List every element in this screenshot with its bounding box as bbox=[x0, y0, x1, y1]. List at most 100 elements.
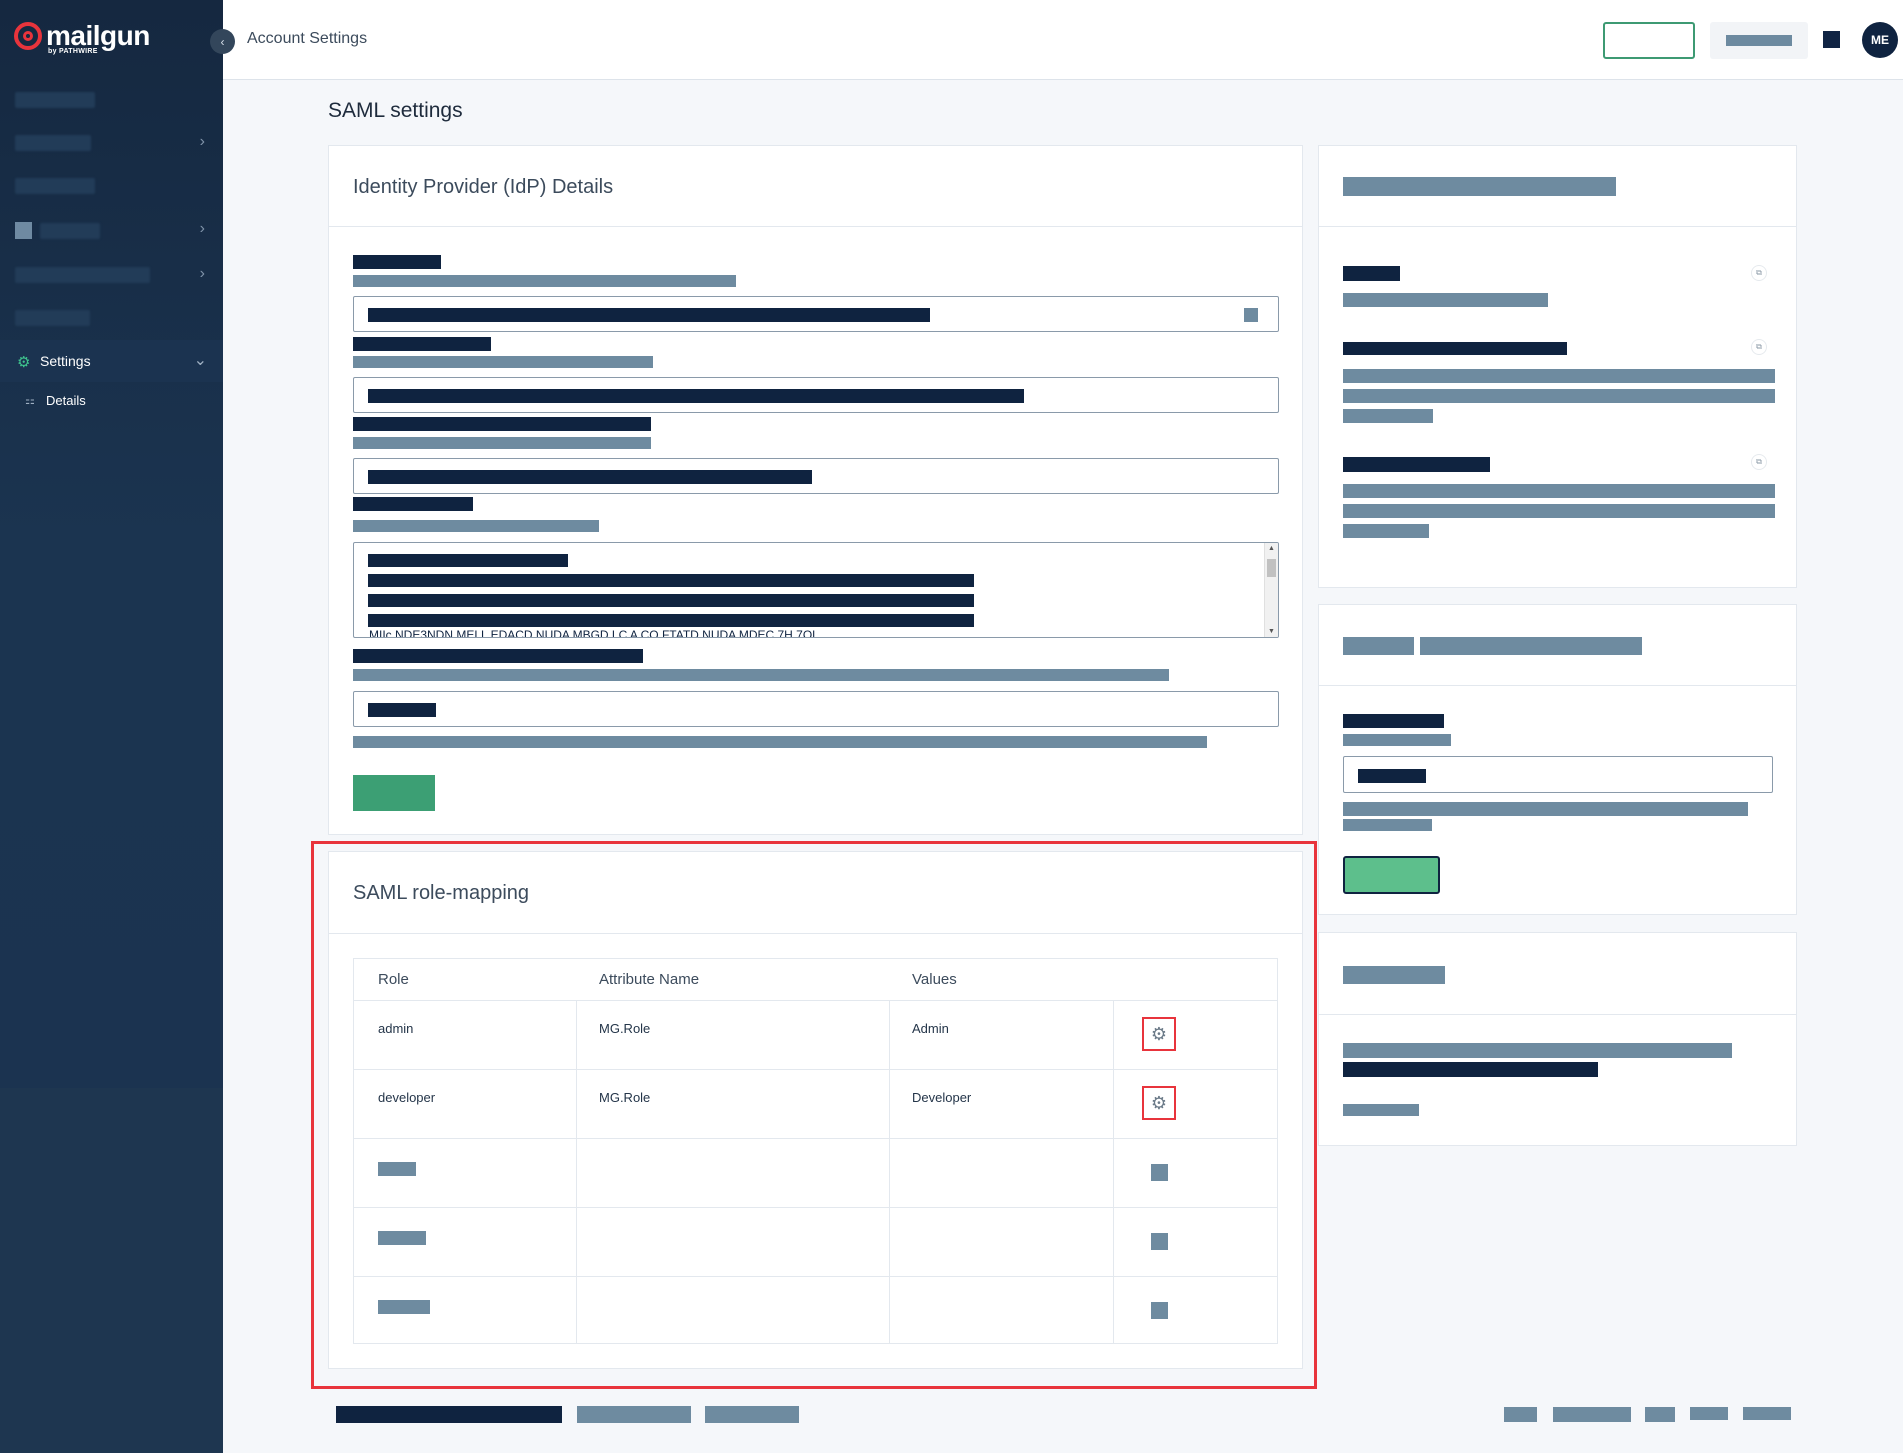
footer-link[interactable] bbox=[1690, 1407, 1728, 1420]
copy-icon[interactable]: ⧉ bbox=[1751, 265, 1767, 281]
row-settings-button[interactable]: ⚙ bbox=[1142, 1017, 1176, 1051]
idp-field-1[interactable] bbox=[353, 296, 1279, 332]
save-button[interactable] bbox=[353, 775, 435, 811]
sidebar-item-label: Settings bbox=[40, 353, 91, 369]
redacted-value bbox=[1358, 769, 1426, 783]
header-grey-button[interactable] bbox=[1710, 22, 1808, 59]
redacted-title bbox=[1343, 966, 1445, 984]
sidebar-item-redacted-6[interactable] bbox=[0, 298, 223, 338]
footer-link[interactable] bbox=[1504, 1407, 1537, 1422]
redacted-text bbox=[1343, 1062, 1598, 1077]
column-header-role: Role bbox=[378, 971, 409, 988]
redacted-value bbox=[368, 574, 974, 587]
chevron-right-icon: › bbox=[199, 133, 205, 150]
redacted-value bbox=[368, 308, 930, 322]
scroll-up-icon[interactable]: ▲ bbox=[1268, 545, 1275, 552]
redacted-value bbox=[1343, 524, 1429, 538]
redacted-title bbox=[1343, 177, 1616, 196]
save-sp-button[interactable] bbox=[1343, 856, 1440, 894]
redacted-label bbox=[353, 497, 473, 511]
redacted-hint bbox=[353, 669, 1169, 681]
row-action-icon[interactable] bbox=[1151, 1302, 1168, 1319]
chevron-down-icon: ⌄ bbox=[193, 352, 207, 369]
scrollbar-thumb[interactable] bbox=[1267, 559, 1276, 577]
sidebar-nav-area bbox=[0, 0, 223, 1088]
textarea-overflow-text: MIIc NDE3NDN MELL EDACD NUDA MBGD LC A C… bbox=[369, 628, 819, 638]
redacted-text bbox=[1343, 1043, 1732, 1058]
value-cell: Developer bbox=[912, 1090, 972, 1105]
idp-field-2[interactable] bbox=[353, 377, 1279, 413]
sidebar-item-redacted-5[interactable]: › bbox=[0, 255, 223, 295]
redacted-value bbox=[1343, 369, 1775, 383]
sidebar-item-settings[interactable]: ⚙ Settings ⌄ bbox=[0, 340, 223, 382]
footer-link[interactable] bbox=[1553, 1407, 1631, 1422]
redacted-hint bbox=[1343, 802, 1748, 816]
breadcrumb: Account Settings bbox=[247, 30, 368, 47]
idp-field-3[interactable] bbox=[353, 458, 1279, 494]
info-card bbox=[1318, 932, 1797, 1146]
redacted-hint bbox=[353, 520, 599, 532]
attribute-cell: MG.Role bbox=[599, 1090, 651, 1105]
footer-link[interactable] bbox=[1645, 1407, 1675, 1422]
table-row: admin MG.Role Admin ⚙ bbox=[354, 1000, 1277, 1069]
row-action-icon[interactable] bbox=[1151, 1164, 1168, 1181]
table-row bbox=[354, 1138, 1277, 1207]
header-outline-button[interactable] bbox=[1603, 22, 1695, 59]
sp-details-card: ⧉ ⧉ ⧉ bbox=[1318, 145, 1797, 588]
sidebar-item-details[interactable]: ⚏ Details bbox=[0, 384, 223, 418]
footer-link[interactable] bbox=[577, 1406, 691, 1423]
certificate-textarea[interactable]: MIIc NDE3NDN MELL EDACD NUDA MBGD LC A C… bbox=[353, 542, 1279, 638]
redacted-value bbox=[368, 703, 436, 717]
redacted-title bbox=[1420, 637, 1642, 655]
sidebar: mailgun by PATHWIRE › › › ⚙ Settings ⌄ ⚏… bbox=[0, 0, 223, 1453]
role-cell: admin bbox=[378, 1021, 414, 1036]
table-row bbox=[354, 1207, 1277, 1276]
redacted-label bbox=[15, 267, 150, 283]
copy-icon[interactable]: ⧉ bbox=[1751, 339, 1767, 355]
chevron-right-icon: › bbox=[199, 220, 205, 237]
column-header-attribute-name: Attribute Name bbox=[599, 971, 700, 988]
row-settings-button[interactable]: ⚙ bbox=[1142, 1086, 1176, 1120]
mailgun-logo[interactable]: mailgun bbox=[14, 22, 150, 50]
collapse-sidebar-button[interactable]: ‹ bbox=[210, 29, 235, 54]
sp-settings-card bbox=[1318, 604, 1797, 915]
redacted-value bbox=[1343, 504, 1775, 518]
sidebar-item-redacted-4[interactable]: › bbox=[0, 210, 223, 250]
role-mapping-table: Role Attribute Name Values admin MG.Role… bbox=[353, 958, 1278, 1344]
footer-link[interactable] bbox=[1743, 1407, 1791, 1420]
scroll-down-icon[interactable]: ▼ bbox=[1268, 628, 1275, 635]
chevron-right-icon: › bbox=[199, 265, 205, 282]
redacted-hint bbox=[1343, 734, 1451, 746]
redacted-role bbox=[378, 1300, 430, 1314]
gear-icon: ⚙ bbox=[17, 354, 31, 371]
mailgun-logo-icon bbox=[14, 22, 42, 50]
idp-field-4[interactable] bbox=[353, 691, 1279, 727]
gear-icon: ⚙ bbox=[1150, 1093, 1168, 1113]
sidebar-item-redacted-3[interactable] bbox=[0, 166, 223, 206]
redacted-value bbox=[1343, 484, 1775, 498]
value-cell: Admin bbox=[912, 1021, 949, 1036]
sp-field[interactable] bbox=[1343, 756, 1773, 793]
redacted-label bbox=[15, 92, 95, 108]
header-icon[interactable] bbox=[1823, 31, 1840, 48]
textarea-scrollbar[interactable]: ▲ ▼ bbox=[1264, 543, 1278, 637]
idp-details-card: Identity Provider (IdP) Details MIIc NDE… bbox=[328, 145, 1303, 835]
field-icon[interactable] bbox=[1244, 308, 1258, 322]
redacted-label bbox=[15, 310, 90, 326]
card-title: SAML role-mapping bbox=[353, 882, 530, 904]
redacted-hint bbox=[1343, 819, 1432, 831]
sidebar-item-redacted-2[interactable]: › bbox=[0, 123, 223, 163]
redacted-value bbox=[1343, 409, 1433, 423]
card-header: SAML role-mapping bbox=[329, 852, 1302, 934]
card-header bbox=[1319, 605, 1796, 686]
redacted-title bbox=[1343, 637, 1414, 655]
row-action-icon[interactable] bbox=[1151, 1233, 1168, 1250]
footer-link[interactable] bbox=[705, 1406, 799, 1423]
redacted-role bbox=[378, 1231, 426, 1245]
avatar[interactable]: ME bbox=[1862, 22, 1898, 58]
footer-text bbox=[336, 1406, 562, 1423]
card-title: Identity Provider (IdP) Details bbox=[353, 176, 614, 198]
copy-icon[interactable]: ⧉ bbox=[1751, 454, 1767, 470]
sidebar-item-redacted-1[interactable] bbox=[0, 80, 223, 120]
redacted-link[interactable] bbox=[1343, 1104, 1419, 1116]
